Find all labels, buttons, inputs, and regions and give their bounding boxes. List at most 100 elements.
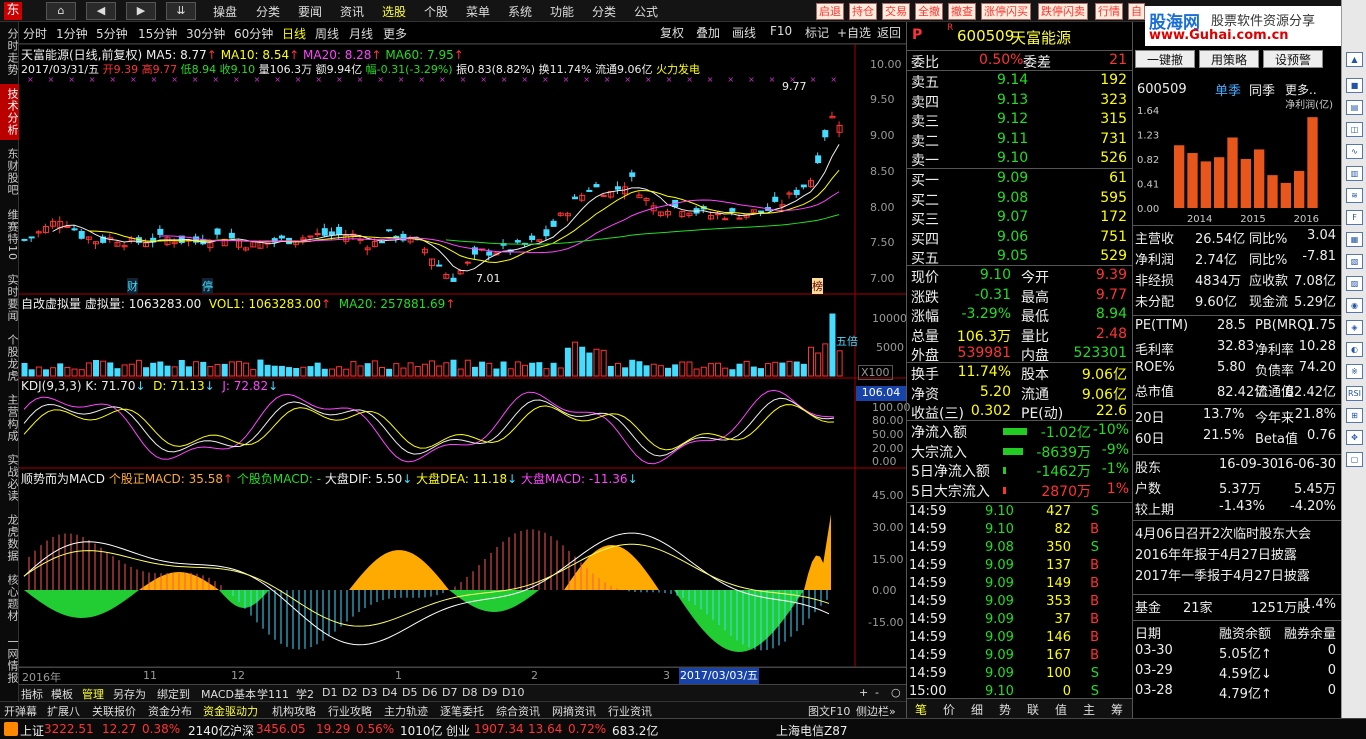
menu-item-gegu[interactable]: 个股 (424, 3, 448, 20)
btab-d9[interactable]: D9 (482, 686, 497, 699)
ftab-hangyezixun[interactable]: 行业资讯 (608, 703, 652, 719)
right-tab[interactable]: 笔 (915, 701, 927, 718)
menu-item-xuangu[interactable]: 选股 (382, 3, 406, 20)
btab-d2[interactable]: D2 (342, 686, 357, 699)
toolbar-icon[interactable]: ≋ (1346, 188, 1363, 203)
zoom-out-button[interactable]: - (875, 686, 879, 699)
toolbar-icon[interactable]: ▧ (1346, 254, 1363, 269)
menu-item-caopan[interactable]: 操盘 (213, 3, 237, 20)
menu-item-gongshi[interactable]: 公式 (634, 3, 658, 20)
quick-btn-zi[interactable]: 自 (1128, 3, 1145, 20)
menu-item-xitong[interactable]: 系统 (508, 3, 532, 20)
quick-btn-dieting[interactable]: 跌停闪卖 (1038, 3, 1088, 20)
fin-tab-danji[interactable]: 单季 (1215, 80, 1241, 99)
right-tab[interactable]: 联 (1027, 701, 1039, 718)
ftab-danmu[interactable]: 开弹幕 (4, 703, 37, 719)
toolbar-icon[interactable]: ■ (1346, 78, 1363, 93)
zoom-in-button[interactable]: + (859, 686, 868, 699)
quick-btn-jiaoyi[interactable]: 交易 (882, 3, 910, 20)
btab-d3[interactable]: D3 (362, 686, 377, 699)
right-tab[interactable]: 值 (1055, 701, 1067, 718)
toolbar-icon[interactable]: F (1346, 210, 1363, 225)
quick-btn-zhangting[interactable]: 涨停闪买 (981, 3, 1031, 20)
menu-item-gongneng[interactable]: 功能 (550, 3, 574, 20)
period-1min[interactable]: 1分钟 (56, 25, 88, 42)
back-button[interactable]: ◀ (86, 2, 116, 20)
period-60min[interactable]: 60分钟 (234, 25, 273, 42)
ftab-hangye[interactable]: 行业攻略 (328, 703, 372, 719)
btab-xue2[interactable]: 学2 (296, 686, 314, 702)
ftab-zijinqudong[interactable]: 资金驱动力 (203, 703, 258, 719)
period-weekly[interactable]: 周线 (315, 25, 339, 42)
fin-tab-tongji[interactable]: 同季 (1249, 80, 1275, 99)
btab-d10[interactable]: D10 (502, 686, 524, 699)
tool-fuquan[interactable]: 复权 (660, 24, 684, 41)
period-more[interactable]: 更多 (383, 25, 407, 42)
menu-item-caidan[interactable]: 菜单 (466, 3, 490, 20)
btab-d7[interactable]: D7 (442, 686, 457, 699)
menu-item-fenlei2[interactable]: 分类 (592, 3, 616, 20)
toolbar-icon[interactable]: ※ (1346, 364, 1363, 379)
right-tab[interactable]: 主 (1083, 701, 1095, 718)
btab-zhibiao[interactable]: 指标 (21, 686, 43, 702)
ftab-sidebar[interactable]: 侧边栏» (856, 703, 896, 719)
toolbar-icon[interactable]: ◉ (1346, 298, 1363, 313)
mark-cai[interactable]: 财 (127, 278, 138, 294)
fin-more[interactable]: 更多.. (1285, 81, 1317, 98)
menu-item-yaowen[interactable]: 要闻 (298, 3, 322, 20)
cy-label[interactable]: 创业 (446, 722, 470, 739)
btab-d4[interactable]: D4 (382, 686, 397, 699)
toolbar-icon[interactable]: ▥ (1346, 166, 1363, 181)
ftab-zhuli[interactable]: 主力轨迹 (384, 703, 428, 719)
forward-button[interactable]: ▶ (126, 2, 156, 20)
right-tab[interactable]: 细 (971, 701, 983, 718)
period-daily[interactable]: 日线 (282, 25, 306, 42)
ltab-guba[interactable]: 东财股吧 (0, 144, 19, 200)
quick-btn-chechaxun[interactable]: 撤查 (948, 3, 976, 20)
toolbar-icon[interactable]: ▦ (1346, 232, 1363, 247)
ftab-wangzhai[interactable]: 网摘资讯 (552, 703, 596, 719)
use-strategy-button[interactable]: 用策略 (1199, 50, 1259, 68)
btab-d8[interactable]: D8 (462, 686, 477, 699)
quick-btn-hangqing[interactable]: 行情 (1095, 3, 1123, 20)
collapse-button[interactable]: ⇊ (166, 2, 196, 20)
btab-xue111[interactable]: 学111 (257, 686, 289, 702)
right-tab[interactable]: 价 (943, 701, 955, 718)
btab-macd[interactable]: MACD基本 (201, 686, 256, 702)
ftab-zonghe[interactable]: 综合资讯 (496, 703, 540, 719)
ltab-shizhan[interactable]: 实战必读 (0, 450, 19, 506)
ftab-zijinfenbu[interactable]: 资金分布 (148, 703, 192, 719)
quick-btn-qitui[interactable]: 启退 (816, 3, 844, 20)
ltab-jishu[interactable]: 技术分析 (0, 84, 19, 140)
btab-d6[interactable]: D6 (422, 686, 437, 699)
period-15min[interactable]: 15分钟 (138, 25, 177, 42)
toolbar-icon[interactable]: ◐ (1346, 342, 1363, 357)
move-icon[interactable]: ✥ (1346, 430, 1363, 445)
ltab-zhuying[interactable]: 主营构成 (0, 390, 19, 446)
btab-moban[interactable]: 模板 (51, 686, 73, 702)
sh-label[interactable]: 上证 (20, 722, 44, 739)
period-fenshi[interactable]: 分时 (23, 25, 47, 42)
toolbar-icon[interactable]: ⊞ (1346, 408, 1363, 423)
quick-btn-chicang[interactable]: 持仓 (849, 3, 877, 20)
sz-label[interactable]: 沪深 (230, 722, 254, 739)
ltab-longhu[interactable]: 个股龙虎 (0, 330, 19, 386)
ftab-kuozhan[interactable]: 扩展八 (47, 703, 80, 719)
ltab-hexin[interactable]: 核心题材 (0, 570, 19, 626)
kline-chart-area[interactable]: × × × × × × × × × × × × × × × × × × × × × × × × × × × × × × × × × × × × × × × × (19, 44, 906, 684)
ltab-longhushuju[interactable]: 龙虎数据 (0, 510, 19, 566)
tool-fanhui[interactable]: 返回 (877, 24, 901, 41)
quick-btn-quanche[interactable]: 全撤 (915, 3, 943, 20)
tool-biaoji[interactable]: 标记 (805, 24, 829, 41)
toolbar-icon[interactable]: ◫ (1346, 122, 1363, 137)
home-button[interactable]: ⌂ (46, 2, 76, 20)
period-monthly[interactable]: 月线 (349, 25, 373, 42)
ltab-yaowen[interactable]: 实时要闻 (0, 270, 19, 326)
toolbar-icon[interactable]: ◈ (1346, 320, 1363, 335)
toolbar-icon[interactable]: ▢ (1346, 452, 1363, 467)
tool-huaxian[interactable]: 画线 (732, 24, 756, 41)
btab-guanli[interactable]: 管理 (82, 686, 104, 702)
menu-item-fenlei[interactable]: 分类 (256, 3, 280, 20)
mark-bang[interactable]: 榜 (812, 278, 823, 294)
settings-button[interactable]: ○ (891, 686, 901, 699)
